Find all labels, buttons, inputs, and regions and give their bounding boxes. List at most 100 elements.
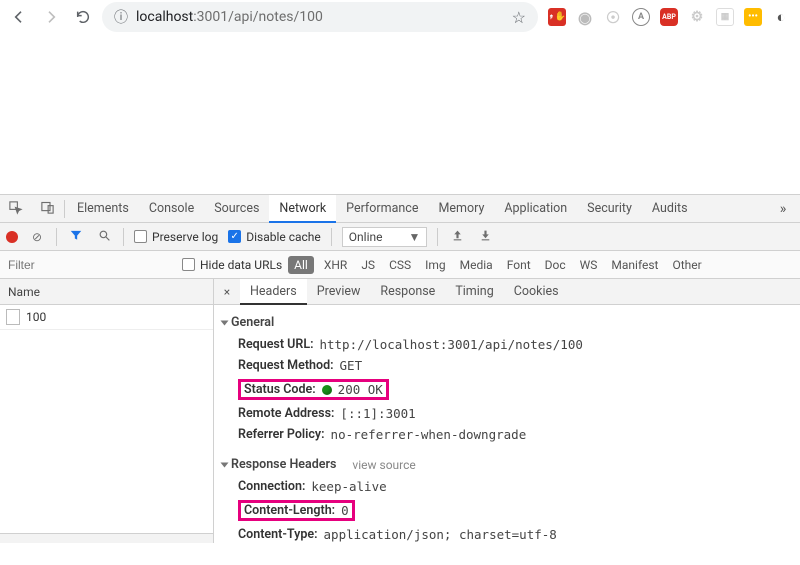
preserve-log-label: Preserve log — [152, 230, 218, 244]
url-path: :3001/api/notes/100 — [193, 9, 323, 25]
type-font[interactable]: Font — [503, 256, 535, 274]
ublock-icon[interactable]: ✋ — [548, 8, 566, 26]
tab-audits[interactable]: Audits — [642, 195, 698, 223]
type-img[interactable]: Img — [421, 256, 450, 274]
section-response-headers[interactable]: Response Headers view source — [222, 453, 792, 476]
request-row[interactable]: 100 — [0, 305, 213, 330]
detail-tab-headers[interactable]: Headers — [240, 279, 307, 305]
request-url-key: Request URL: — [238, 337, 313, 352]
file-icon — [6, 309, 20, 325]
row-content-length: Content-Length: 0 — [222, 497, 792, 524]
connection-key: Connection: — [238, 479, 305, 494]
ext-icon-8[interactable]: ••• — [744, 8, 762, 26]
referrer-policy-value: no-referrer-when-downgrade — [331, 427, 527, 442]
row-connection: Connection: keep-alive — [222, 476, 792, 497]
referrer-policy-key: Referrer Policy: — [238, 427, 325, 442]
column-header-name[interactable]: Name — [0, 279, 213, 305]
throttling-select[interactable]: Online ▼ — [342, 227, 428, 247]
tab-application[interactable]: Application — [494, 195, 577, 223]
type-doc[interactable]: Doc — [541, 256, 570, 274]
detail-tab-timing[interactable]: Timing — [445, 279, 503, 305]
remote-address-key: Remote Address: — [238, 406, 334, 421]
disable-cache-checkbox[interactable]: ✓ Disable cache — [228, 230, 321, 244]
chevron-down-icon: ▼ — [409, 230, 421, 244]
row-content-type: Content-Type: application/json; charset=… — [222, 524, 792, 543]
request-url-value: http://localhost:3001/api/notes/100 — [319, 337, 582, 352]
content-type-key: Content-Type: — [238, 527, 318, 542]
page-viewport — [0, 34, 800, 194]
devtools-tab-row: Elements Console Sources Network Perform… — [67, 195, 770, 223]
remote-address-value: [::1]:3001 — [340, 406, 415, 421]
download-har-icon[interactable] — [476, 229, 494, 245]
type-js[interactable]: JS — [357, 256, 379, 274]
device-toggle-icon[interactable] — [32, 200, 62, 218]
address-bar[interactable]: ⓘ localhost:3001/api/notes/100 ☆ — [102, 2, 538, 32]
tab-network[interactable]: Network — [269, 195, 336, 223]
site-info-icon[interactable]: ⓘ — [114, 7, 128, 27]
forward-button[interactable] — [38, 4, 64, 30]
throttling-value: Online — [349, 230, 383, 244]
status-code-value: 200 OK — [338, 382, 383, 397]
row-request-url: Request URL: http://localhost:3001/api/n… — [222, 334, 792, 355]
row-referrer-policy: Referrer Policy: no-referrer-when-downgr… — [222, 424, 792, 445]
content-length-value: 0 — [341, 503, 349, 518]
bookmark-star-icon[interactable]: ☆ — [512, 8, 526, 27]
content-length-key: Content-Length: — [244, 503, 335, 518]
tab-elements[interactable]: Elements — [67, 195, 139, 223]
tab-memory[interactable]: Memory — [428, 195, 494, 223]
record-button[interactable] — [6, 231, 18, 243]
request-method-key: Request Method: — [238, 358, 334, 373]
hide-data-urls-checkbox[interactable]: Hide data URLs — [182, 258, 282, 272]
search-icon[interactable] — [95, 229, 113, 245]
tab-sources[interactable]: Sources — [204, 195, 269, 223]
detail-tab-preview[interactable]: Preview — [307, 279, 371, 305]
status-code-key: Status Code: — [244, 382, 316, 397]
connection-value: keep-alive — [311, 479, 386, 494]
url-text: localhost:3001/api/notes/100 — [136, 9, 323, 25]
url-host: localhost — [136, 9, 193, 25]
disable-cache-label: Disable cache — [246, 230, 321, 244]
request-name: 100 — [26, 310, 46, 324]
preserve-log-checkbox[interactable]: Preserve log — [134, 230, 218, 244]
tab-performance[interactable]: Performance — [336, 195, 428, 223]
row-remote-address: Remote Address: [::1]:3001 — [222, 403, 792, 424]
extensions-area: ✋ ◉ ☉ A ABP ⚙ ▦ ••• ◐ — [544, 8, 794, 26]
ext-icon-6[interactable]: ⚙ — [688, 8, 706, 26]
ext-icon-7[interactable]: ▦ — [716, 8, 734, 26]
type-media[interactable]: Media — [456, 256, 497, 274]
view-source-link[interactable]: view source — [352, 458, 415, 472]
tab-security[interactable]: Security — [577, 195, 642, 223]
close-details-button[interactable]: × — [214, 285, 240, 299]
type-other[interactable]: Other — [668, 256, 705, 274]
section-general-title: General — [231, 315, 274, 330]
filter-input[interactable] — [6, 256, 176, 274]
ext-icon-2[interactable]: ◉ — [576, 8, 594, 26]
upload-har-icon[interactable] — [448, 229, 466, 245]
section-general[interactable]: General — [222, 311, 792, 334]
triangle-down-icon — [221, 320, 229, 325]
type-manifest[interactable]: Manifest — [607, 256, 662, 274]
row-request-method: Request Method: GET — [222, 355, 792, 376]
type-ws[interactable]: WS — [576, 256, 602, 274]
type-all[interactable]: All — [288, 256, 314, 274]
filter-toggle-icon[interactable] — [67, 228, 85, 245]
status-dot-icon — [322, 385, 332, 395]
tab-console[interactable]: Console — [139, 195, 204, 223]
ext-icon-3[interactable]: ☉ — [604, 8, 622, 26]
request-method-value: GET — [340, 358, 363, 373]
reload-button[interactable] — [70, 4, 96, 30]
triangle-down-icon — [221, 462, 229, 467]
tabs-overflow-icon[interactable]: » — [772, 201, 794, 217]
inspect-element-icon[interactable] — [0, 200, 30, 218]
detail-tab-cookies[interactable]: Cookies — [504, 279, 569, 305]
row-status-code: Status Code: 200 OK — [222, 376, 792, 403]
back-button[interactable] — [6, 4, 32, 30]
type-css[interactable]: CSS — [385, 256, 415, 274]
type-xhr[interactable]: XHR — [320, 256, 351, 274]
content-type-value: application/json; charset=utf-8 — [324, 527, 557, 542]
ext-icon-9[interactable]: ◐ — [772, 8, 790, 26]
clear-button[interactable]: ⊘ — [28, 230, 46, 244]
adblock-plus-icon[interactable]: ABP — [660, 8, 678, 26]
ext-icon-4[interactable]: A — [632, 8, 650, 26]
detail-tab-response[interactable]: Response — [370, 279, 445, 305]
